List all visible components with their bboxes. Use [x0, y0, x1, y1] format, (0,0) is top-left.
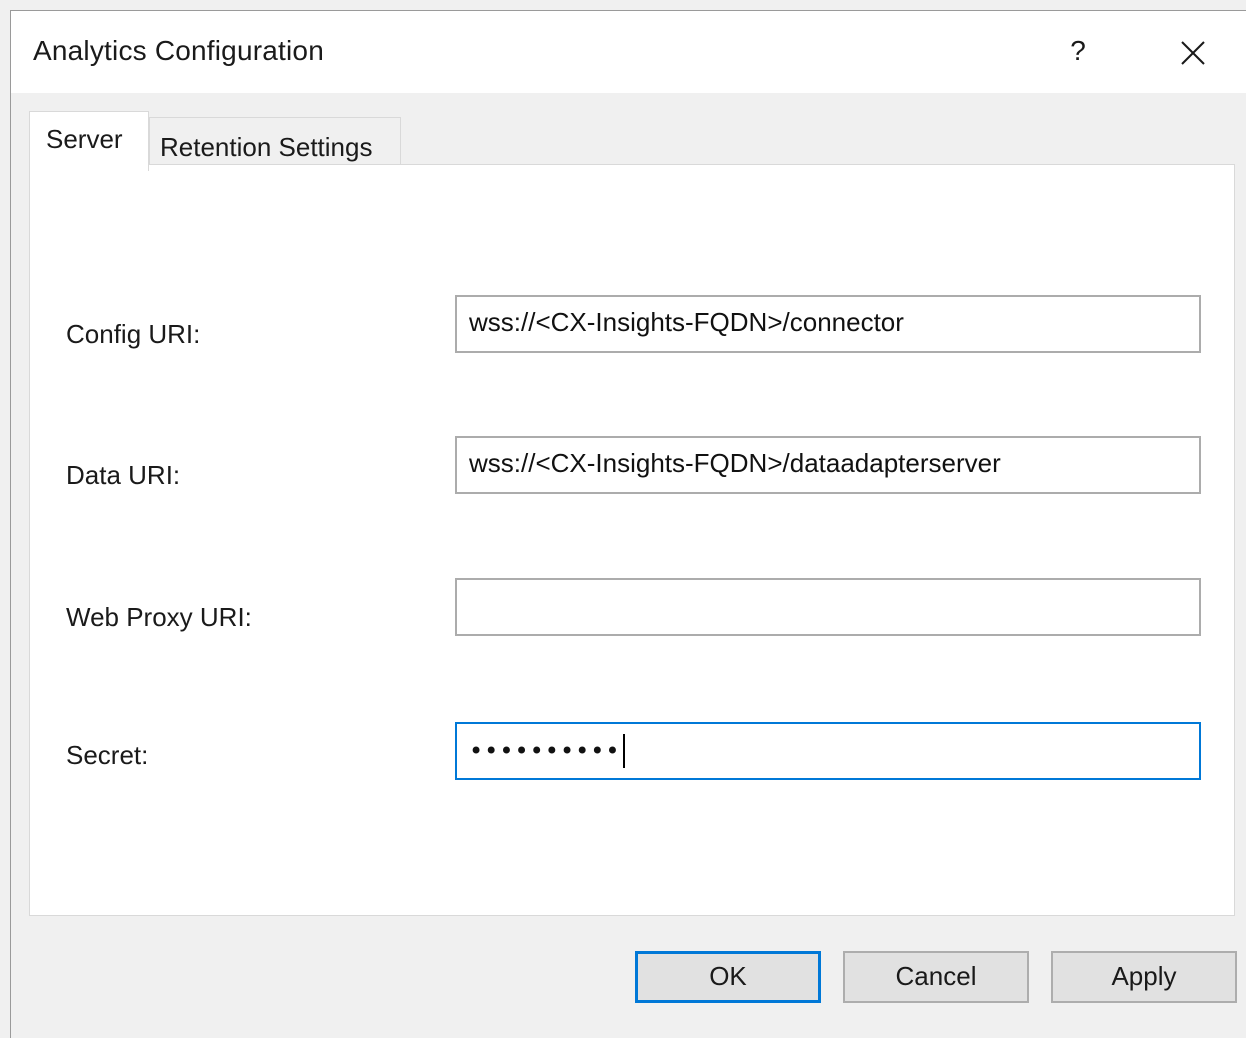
title-bar: Analytics Configuration ?	[11, 11, 1246, 93]
web-proxy-uri-label: Web Proxy URI:	[66, 602, 252, 632]
window-title: Analytics Configuration	[33, 35, 324, 66]
server-tab-panel: Config URI: wss://<CX-Insights-FQDN>/con…	[29, 164, 1235, 916]
close-button[interactable]	[1173, 33, 1213, 73]
cancel-button[interactable]: Cancel	[843, 951, 1029, 1003]
close-icon	[1181, 41, 1205, 65]
help-button[interactable]: ?	[1061, 31, 1095, 71]
analytics-configuration-dialog: Analytics Configuration ? Server Retenti…	[10, 10, 1246, 1038]
tab-retention-settings[interactable]: Retention Settings	[149, 117, 401, 165]
text-caret	[622, 734, 625, 769]
web-proxy-uri-input[interactable]	[455, 578, 1201, 636]
secret-label: Secret:	[66, 740, 149, 770]
data-uri-input[interactable]: wss://<CX-Insights-FQDN>/dataadapterserv…	[455, 436, 1201, 494]
tab-server[interactable]: Server	[29, 111, 149, 171]
secret-masked-value: ••••••••••	[469, 737, 621, 766]
config-uri-input[interactable]: wss://<CX-Insights-FQDN>/connector	[455, 295, 1201, 353]
secret-input[interactable]: ••••••••••	[455, 722, 1201, 780]
data-uri-label: Data URI:	[66, 460, 181, 490]
apply-button[interactable]: Apply	[1051, 951, 1237, 1003]
config-uri-label: Config URI:	[66, 319, 201, 349]
ok-button[interactable]: OK	[635, 951, 821, 1003]
